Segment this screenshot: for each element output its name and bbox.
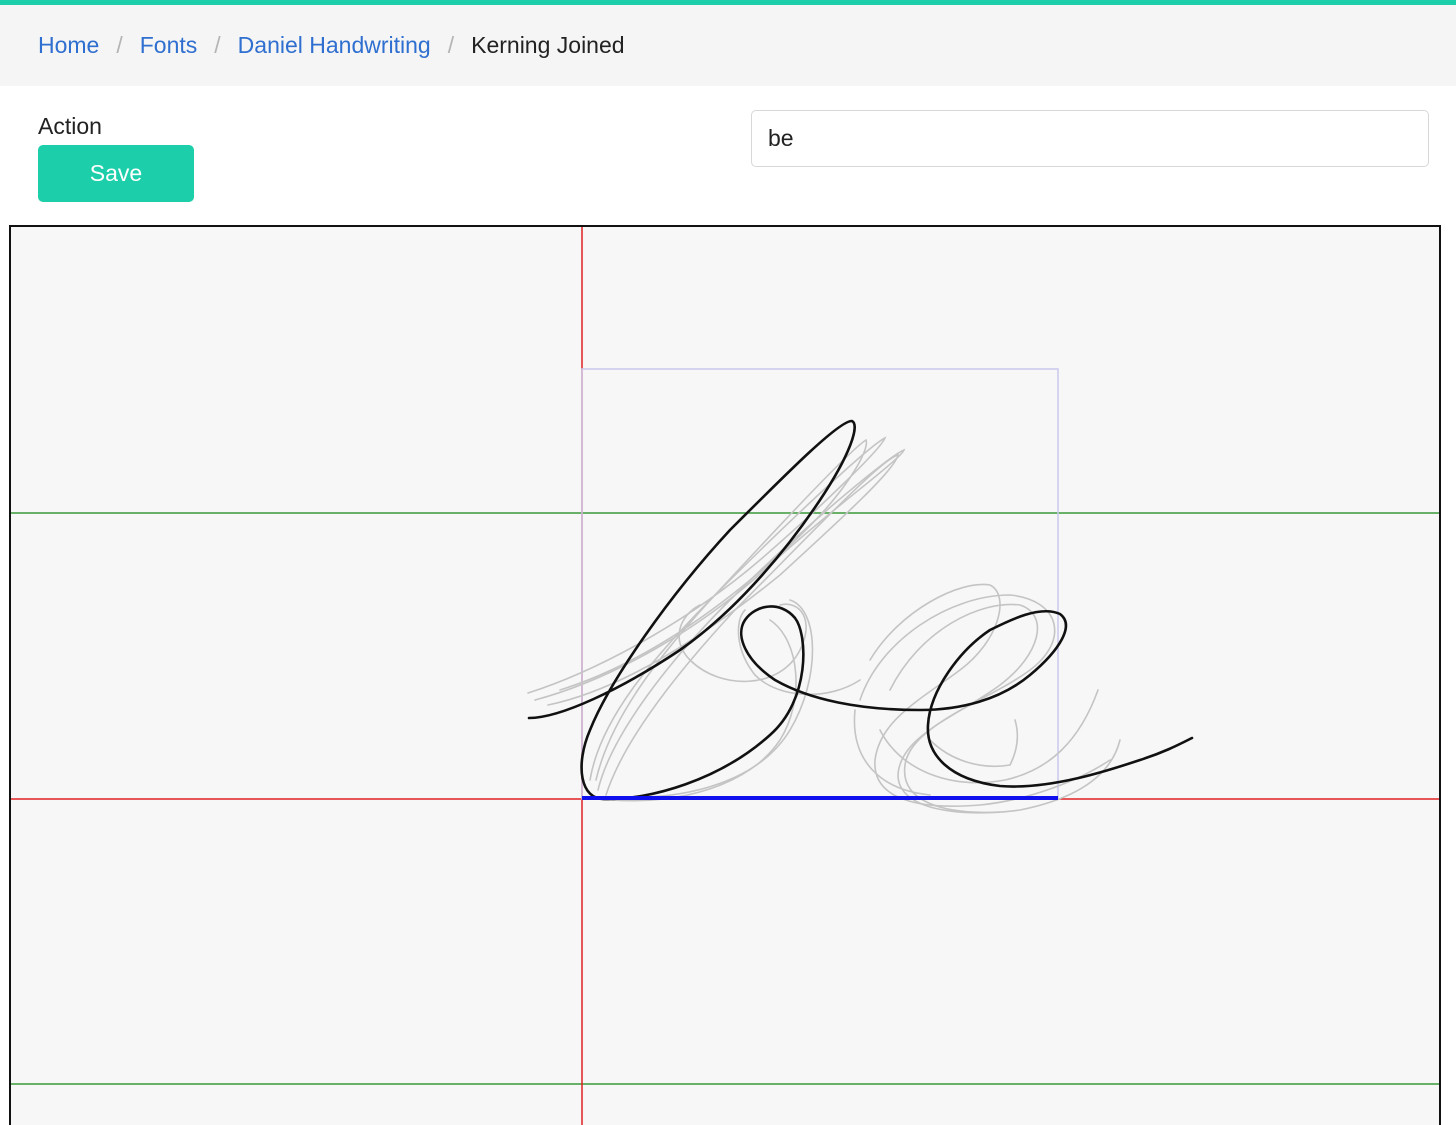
breadcrumb-separator: /: [214, 32, 221, 58]
glyph-stroke: [527, 419, 1194, 801]
breadcrumb-separator: /: [116, 32, 123, 58]
canvas-svg: [11, 227, 1439, 1125]
breadcrumb-separator: /: [447, 32, 455, 58]
breadcrumb-fonts-link[interactable]: Fonts: [140, 32, 198, 59]
action-label: Action: [38, 113, 102, 139]
breadcrumb: Home / Fonts / Daniel Handwriting / Kern…: [0, 5, 1456, 86]
breadcrumb-font-link[interactable]: Daniel Handwriting: [238, 32, 431, 59]
sample-text-input[interactable]: [751, 110, 1429, 167]
breadcrumb-current-page: Kerning Joined: [471, 32, 625, 58]
save-button[interactable]: Save: [38, 145, 194, 202]
breadcrumb-home-link[interactable]: Home: [38, 32, 99, 59]
drawing-canvas[interactable]: [9, 225, 1441, 1125]
